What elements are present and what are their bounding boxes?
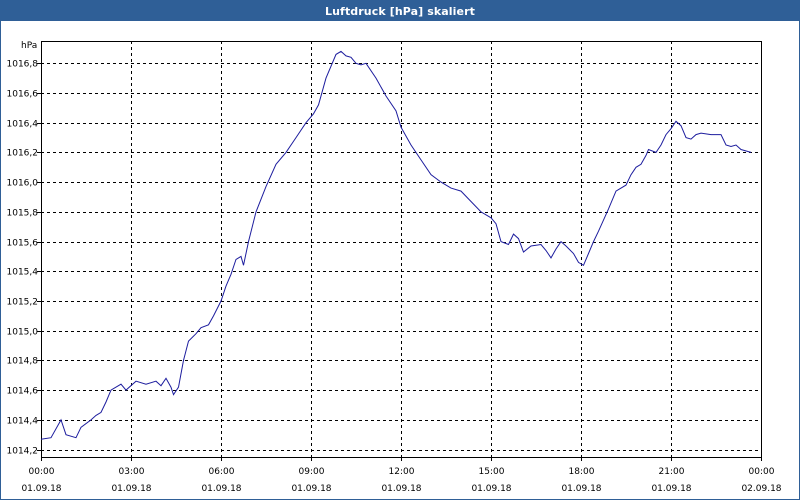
- x-tick-time-label: 00:00: [749, 467, 775, 477]
- x-tick-date-label: 01.09.18: [651, 484, 691, 494]
- y-tick-label: 1014,6: [7, 387, 39, 397]
- window-title: Luftdruck [hPa] skaliert: [1, 1, 799, 21]
- y-tick-label: 1014,8: [7, 357, 39, 367]
- y-tick-label: 1016,2: [7, 149, 39, 159]
- pressure-series-line: [40, 50, 752, 440]
- y-tick-label: 1014,4: [7, 417, 39, 427]
- x-tick-time-label: 18:00: [569, 467, 595, 477]
- x-tick-time-label: 06:00: [209, 467, 235, 477]
- x-tick-time-label: 15:00: [479, 467, 505, 477]
- x-tick-date-label: 02.09.18: [741, 484, 781, 494]
- x-tick-date-label: 01.09.18: [21, 484, 61, 494]
- y-tick-label: 1016,8: [7, 60, 39, 70]
- y-tick-label: 1015,6: [7, 239, 39, 249]
- y-tick-label: 1015,2: [7, 298, 39, 308]
- x-tick-time-label: 03:00: [119, 467, 145, 477]
- x-tick-date-label: 01.09.18: [561, 484, 601, 494]
- x-tick-date-label: 01.09.18: [291, 484, 331, 494]
- x-tick-date-label: 01.09.18: [471, 484, 511, 494]
- x-tick-date-label: 01.09.18: [201, 484, 241, 494]
- x-tick-date-label: 01.09.18: [111, 484, 151, 494]
- y-tick-label: 1015,0: [7, 328, 39, 338]
- pressure-chart: hPa 1014,2 1014,4 1014,6 1014,8 1015,0 1015,2 1…: [7, 41, 782, 494]
- chart-window: Luftdruck [hPa] skaliert hPa 1014,2 1014,4…: [0, 0, 800, 500]
- y-axis-unit-label: hPa: [21, 41, 37, 51]
- y-tick-label: 1014,2: [7, 447, 39, 457]
- y-tick-label: 1015,4: [7, 268, 39, 278]
- y-tick-label: 1016,4: [7, 120, 39, 130]
- x-tick-time-label: 09:00: [299, 467, 325, 477]
- y-tick-label: 1016,6: [7, 90, 39, 100]
- x-tick-time-label: 21:00: [659, 467, 685, 477]
- x-tick-time-label: 12:00: [389, 467, 415, 477]
- y-tick-label: 1016,0: [7, 179, 39, 189]
- y-tick-label: 1015,8: [7, 209, 39, 219]
- x-tick-date-label: 01.09.18: [381, 484, 421, 494]
- x-tick-time-label: 00:00: [29, 467, 55, 477]
